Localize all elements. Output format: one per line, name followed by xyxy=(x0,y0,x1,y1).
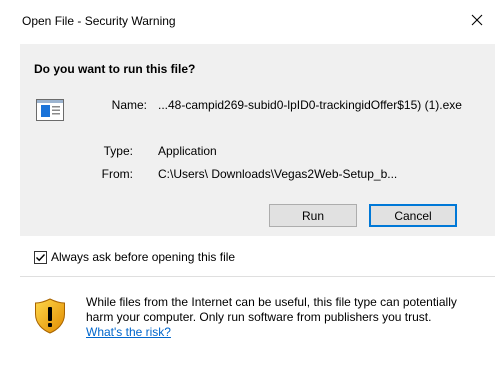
divider xyxy=(20,276,495,277)
file-source-value: C:\Users\ Downloads\Vegas2Web-Setup_b... xyxy=(158,167,398,181)
run-button[interactable]: Run xyxy=(269,204,357,227)
warning-message: While files from the Internet can be use… xyxy=(86,295,486,340)
from-label: From: xyxy=(101,167,133,181)
always-ask-label: Always ask before opening this file xyxy=(51,250,236,264)
name-label: Name: xyxy=(111,98,147,112)
dialog-question: Do you want to run this file? xyxy=(34,62,196,76)
warning-text: While files from the Internet can be use… xyxy=(86,295,457,324)
dialog-content-panel: Do you want to run this file? Name: ...4… xyxy=(20,44,495,236)
checkmark-icon xyxy=(36,253,46,261)
type-label: Type: xyxy=(103,144,133,158)
file-name-value: ...48-campid269-subid0-lpID0-trackingidO… xyxy=(158,98,462,112)
close-icon xyxy=(471,14,483,25)
always-ask-checkbox-row[interactable]: Always ask before opening this file xyxy=(34,250,235,264)
security-shield-icon xyxy=(35,298,65,334)
whats-the-risk-link[interactable]: What's the risk? xyxy=(86,325,171,339)
window-title: Open File - Security Warning xyxy=(22,14,176,28)
always-ask-checkbox[interactable] xyxy=(34,250,47,264)
title-bar: Open File - Security Warning xyxy=(0,0,500,39)
application-icon xyxy=(36,99,64,121)
close-button[interactable] xyxy=(454,0,500,39)
cancel-button[interactable]: Cancel xyxy=(369,204,457,227)
security-warning-dialog: Open File - Security Warning Do you want… xyxy=(0,0,500,368)
file-type-value: Application xyxy=(158,144,217,158)
